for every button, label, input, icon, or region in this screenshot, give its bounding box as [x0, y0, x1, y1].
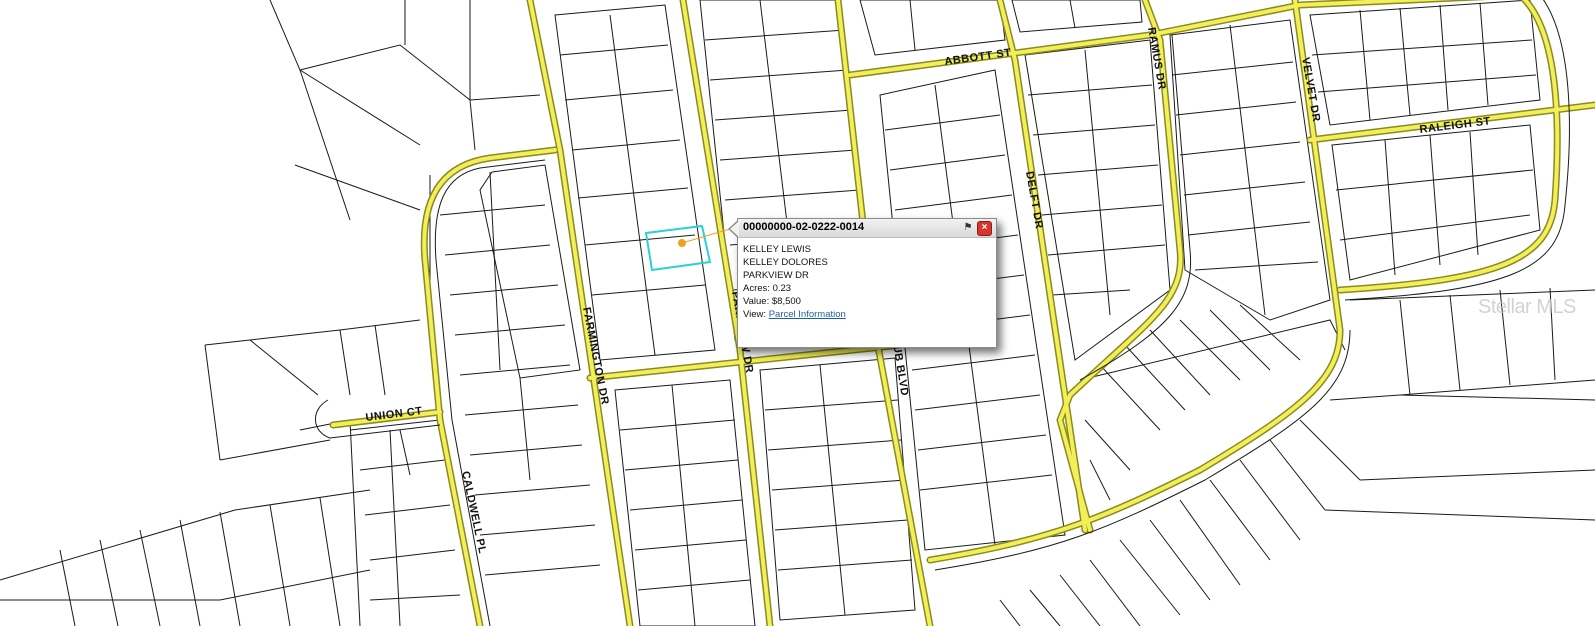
parcel-popup: 00000000-02-0222-0014 ⚑ × KELLEY LEWIS K…	[737, 218, 997, 348]
value-value: $8,500	[771, 296, 801, 307]
value-row: Value: $8,500	[743, 296, 801, 307]
popup-header: 00000000-02-0222-0014 ⚑ ×	[738, 219, 996, 238]
acres-value: 0.23	[772, 283, 792, 294]
popup-pointer-inner	[730, 221, 739, 237]
close-icon[interactable]: ×	[977, 221, 992, 236]
owner-line-2: KELLEY DOLORES	[743, 257, 828, 268]
watermark: Stellar MLS	[1478, 296, 1576, 318]
flag-icon[interactable]: ⚑	[962, 222, 974, 234]
owner-line-1: KELLEY LEWIS	[743, 244, 811, 255]
popup-body: KELLEY LEWIS KELLEY DOLORES PARKVIEW DR …	[738, 238, 996, 326]
view-row: View: Parcel Information	[743, 309, 846, 320]
parcel-id: 00000000-02-0222-0014	[743, 221, 865, 233]
parcel-address: PARKVIEW DR	[743, 270, 809, 281]
parcel-information-link[interactable]: Parcel Information	[769, 309, 846, 320]
acres-row: Acres: 0.23	[743, 283, 792, 294]
parcel-marker[interactable]	[678, 239, 686, 247]
